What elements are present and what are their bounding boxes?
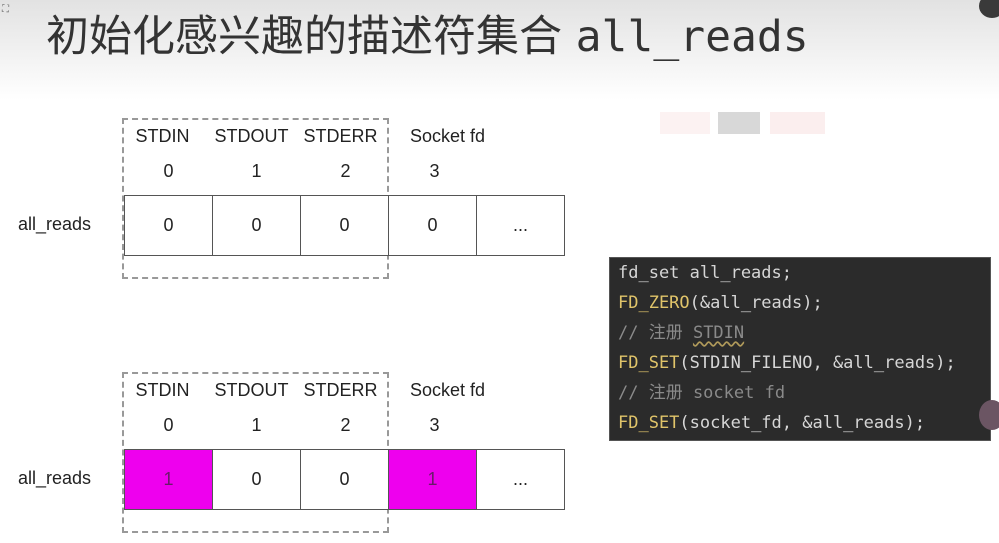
fullscreen-icon[interactable]: ⛶ xyxy=(2,4,9,15)
code-panel: fd_set all_reads; FD_ZERO(&all_reads); /… xyxy=(609,257,991,441)
blurred-region xyxy=(718,112,760,134)
column-index: 3 xyxy=(429,415,440,435)
fd-set-diagram-registered: STDIN STDOUT STDERR Socket fd 0 1 2 3 al… xyxy=(0,372,600,533)
blurred-region xyxy=(770,112,825,134)
code-line: fd_set all_reads; xyxy=(618,258,982,288)
bit-cell-ellipsis: ... xyxy=(476,195,565,256)
column-name: STDIN xyxy=(135,380,190,400)
bit-cell: 0 xyxy=(212,449,301,510)
column-index: 2 xyxy=(340,161,351,181)
code-line: FD_SET(STDIN_FILENO, &all_reads); xyxy=(618,348,982,378)
column-index: 1 xyxy=(251,415,262,435)
bit-cell-set: 1 xyxy=(124,449,213,510)
column-index: 3 xyxy=(429,161,440,181)
code-line: FD_ZERO(&all_reads); xyxy=(618,288,982,318)
code-function: FD_SET xyxy=(618,353,680,373)
bit-cell-ellipsis: ... xyxy=(476,449,565,510)
code-text: fd_set all_reads; xyxy=(618,263,792,283)
bit-cells: 0 0 0 0 ... xyxy=(124,195,569,256)
code-comment: // 注册 xyxy=(618,323,693,343)
column-name: Socket fd xyxy=(409,380,486,400)
column-name: Socket fd xyxy=(409,126,486,146)
bit-cell: 0 xyxy=(212,195,301,256)
page-title-text: 初始化感兴趣的描述符集合 xyxy=(46,12,576,62)
bit-cell: 0 xyxy=(300,195,389,256)
column-index: 0 xyxy=(163,161,174,181)
bit-cell: 0 xyxy=(300,449,389,510)
column-index: 1 xyxy=(251,161,262,181)
code-comment-squiggle: STDIN xyxy=(692,323,745,343)
code-line: // 注册 STDIN xyxy=(618,318,982,348)
column-name: STDIN xyxy=(135,126,190,146)
code-text: (STDIN_FILENO, &all_reads); xyxy=(679,353,956,373)
bit-cell: 0 xyxy=(124,195,213,256)
code-line: FD_SET(socket_fd, &all_reads); xyxy=(618,408,982,438)
row-label: all_reads xyxy=(18,214,92,234)
bit-cell-set: 1 xyxy=(388,449,477,510)
code-line: // 注册 socket fd xyxy=(618,378,982,408)
column-index: 2 xyxy=(340,415,351,435)
column-index: 0 xyxy=(163,415,174,435)
bit-cells: 1 0 0 1 ... xyxy=(124,449,569,510)
presenter-pointer xyxy=(979,400,999,430)
code-comment: // 注册 socket fd xyxy=(618,383,786,403)
code-function: FD_SET xyxy=(618,413,680,433)
row-label: all_reads xyxy=(18,468,92,488)
page-title-code: all_reads xyxy=(575,12,809,62)
column-name: STDOUT xyxy=(214,380,289,400)
column-name: STDERR xyxy=(303,380,378,400)
code-text: (socket_fd, &all_reads); xyxy=(679,413,926,433)
fd-set-diagram-initial: STDIN STDOUT STDERR Socket fd 0 1 2 3 al… xyxy=(0,118,600,279)
column-name: STDOUT xyxy=(214,126,289,146)
bit-cell: 0 xyxy=(388,195,477,256)
column-name: STDERR xyxy=(303,126,378,146)
blurred-region xyxy=(660,112,710,134)
code-function: FD_ZERO xyxy=(618,293,690,313)
code-text: (&all_reads); xyxy=(689,293,823,313)
page-title: 初始化感兴趣的描述符集合 all_reads xyxy=(46,8,809,66)
